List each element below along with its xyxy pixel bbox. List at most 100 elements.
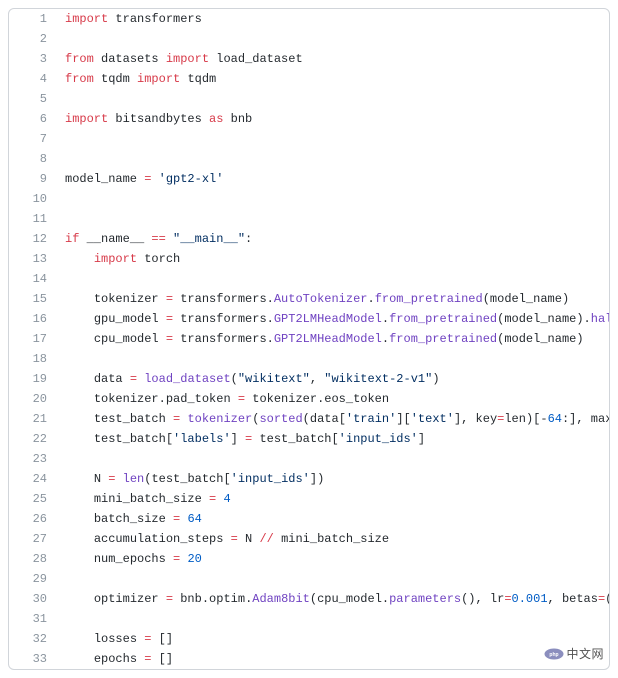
line-number: 27 bbox=[9, 529, 57, 549]
watermark-brand: 中文网 bbox=[566, 644, 604, 664]
code-line: 1import transformers bbox=[9, 9, 610, 29]
line-number: 7 bbox=[9, 129, 57, 149]
code-line: 19 data = load_dataset("wikitext", "wiki… bbox=[9, 369, 610, 389]
code-line: 13 import torch bbox=[9, 249, 610, 269]
svg-text:php: php bbox=[550, 652, 559, 658]
code-line: 12if __name__ == "__main__": bbox=[9, 229, 610, 249]
line-number: 19 bbox=[9, 369, 57, 389]
code-line: 10​ bbox=[9, 189, 610, 209]
line-code[interactable]: mini_batch_size = 4 bbox=[57, 489, 610, 509]
line-code[interactable]: ​ bbox=[57, 349, 610, 369]
line-number: 20 bbox=[9, 389, 57, 409]
code-line: 20 tokenizer.pad_token = tokenizer.eos_t… bbox=[9, 389, 610, 409]
code-line: 27 accumulation_steps = N // mini_batch_… bbox=[9, 529, 610, 549]
line-number: 22 bbox=[9, 429, 57, 449]
line-code[interactable]: tokenizer = transformers.AutoTokenizer.f… bbox=[57, 289, 610, 309]
code-line: 18​ bbox=[9, 349, 610, 369]
line-code[interactable]: if __name__ == "__main__": bbox=[57, 229, 610, 249]
php-logo-icon: php bbox=[544, 644, 564, 664]
line-code[interactable]: epochs = [] bbox=[57, 649, 610, 669]
code-block: 1import transformers2​3from datasets imp… bbox=[8, 8, 610, 670]
code-line: 23​ bbox=[9, 449, 610, 469]
line-code[interactable]: N = len(test_batch['input_ids']) bbox=[57, 469, 610, 489]
line-number: 33 bbox=[9, 649, 57, 669]
line-code[interactable]: test_batch = tokenizer(sorted(data['trai… bbox=[57, 409, 610, 429]
line-number: 12 bbox=[9, 229, 57, 249]
line-number: 14 bbox=[9, 269, 57, 289]
line-number: 1 bbox=[9, 9, 57, 29]
line-code[interactable]: ​ bbox=[57, 609, 610, 629]
code-line: 4from tqdm import tqdm bbox=[9, 69, 610, 89]
line-number: 6 bbox=[9, 109, 57, 129]
line-code[interactable]: import bitsandbytes as bnb bbox=[57, 109, 610, 129]
line-code[interactable]: ​ bbox=[57, 149, 610, 169]
line-code[interactable]: data = load_dataset("wikitext", "wikitex… bbox=[57, 369, 610, 389]
code-line: 14​ bbox=[9, 269, 610, 289]
line-code[interactable]: ​ bbox=[57, 449, 610, 469]
line-number: 23 bbox=[9, 449, 57, 469]
line-code[interactable]: ​ bbox=[57, 189, 610, 209]
code-line: 28 num_epochs = 20 bbox=[9, 549, 610, 569]
line-code[interactable]: test_batch['labels'] = test_batch['input… bbox=[57, 429, 610, 449]
watermark: php 中文网 bbox=[544, 644, 604, 664]
line-number: 30 bbox=[9, 589, 57, 609]
code-body: 1import transformers2​3from datasets imp… bbox=[9, 9, 610, 669]
line-code[interactable]: optimizer = bnb.optim.Adam8bit(cpu_model… bbox=[57, 589, 610, 609]
line-code[interactable]: model_name = 'gpt2-xl' bbox=[57, 169, 610, 189]
line-code[interactable]: cpu_model = transformers.GPT2LMHeadModel… bbox=[57, 329, 610, 349]
code-table: 1import transformers2​3from datasets imp… bbox=[9, 9, 610, 669]
code-line: 31​ bbox=[9, 609, 610, 629]
code-line: 11​ bbox=[9, 209, 610, 229]
line-code[interactable]: import torch bbox=[57, 249, 610, 269]
line-code[interactable]: batch_size = 64 bbox=[57, 509, 610, 529]
line-number: 5 bbox=[9, 89, 57, 109]
line-code[interactable]: from datasets import load_dataset bbox=[57, 49, 610, 69]
code-line: 2​ bbox=[9, 29, 610, 49]
line-code[interactable]: ​ bbox=[57, 209, 610, 229]
line-code[interactable]: ​ bbox=[57, 89, 610, 109]
code-line: 30 optimizer = bnb.optim.Adam8bit(cpu_mo… bbox=[9, 589, 610, 609]
line-number: 26 bbox=[9, 509, 57, 529]
code-line: 33 epochs = [] bbox=[9, 649, 610, 669]
code-line: 24 N = len(test_batch['input_ids']) bbox=[9, 469, 610, 489]
code-line: 7​ bbox=[9, 129, 610, 149]
line-code[interactable]: accumulation_steps = N // mini_batch_siz… bbox=[57, 529, 610, 549]
line-code[interactable]: ​ bbox=[57, 569, 610, 589]
code-line: 9model_name = 'gpt2-xl' bbox=[9, 169, 610, 189]
line-number: 25 bbox=[9, 489, 57, 509]
line-number: 32 bbox=[9, 629, 57, 649]
line-number: 29 bbox=[9, 569, 57, 589]
line-code[interactable]: num_epochs = 20 bbox=[57, 549, 610, 569]
line-number: 17 bbox=[9, 329, 57, 349]
line-code[interactable]: gpu_model = transformers.GPT2LMHeadModel… bbox=[57, 309, 610, 329]
line-number: 21 bbox=[9, 409, 57, 429]
line-code[interactable]: from tqdm import tqdm bbox=[57, 69, 610, 89]
line-number: 2 bbox=[9, 29, 57, 49]
code-line: 25 mini_batch_size = 4 bbox=[9, 489, 610, 509]
line-code[interactable]: ​ bbox=[57, 29, 610, 49]
line-number: 13 bbox=[9, 249, 57, 269]
code-line: 17 cpu_model = transformers.GPT2LMHeadMo… bbox=[9, 329, 610, 349]
code-line: 6import bitsandbytes as bnb bbox=[9, 109, 610, 129]
code-line: 3from datasets import load_dataset bbox=[9, 49, 610, 69]
line-number: 15 bbox=[9, 289, 57, 309]
line-code[interactable]: import transformers bbox=[57, 9, 610, 29]
line-number: 31 bbox=[9, 609, 57, 629]
line-code[interactable]: ​ bbox=[57, 129, 610, 149]
code-line: 5​ bbox=[9, 89, 610, 109]
line-number: 4 bbox=[9, 69, 57, 89]
line-number: 8 bbox=[9, 149, 57, 169]
line-number: 10 bbox=[9, 189, 57, 209]
code-line: 8​ bbox=[9, 149, 610, 169]
line-code[interactable]: tokenizer.pad_token = tokenizer.eos_toke… bbox=[57, 389, 610, 409]
line-number: 28 bbox=[9, 549, 57, 569]
line-number: 3 bbox=[9, 49, 57, 69]
line-number: 11 bbox=[9, 209, 57, 229]
line-code[interactable]: ​ bbox=[57, 269, 610, 289]
code-line: 15 tokenizer = transformers.AutoTokenize… bbox=[9, 289, 610, 309]
line-code[interactable]: losses = [] bbox=[57, 629, 610, 649]
line-number: 16 bbox=[9, 309, 57, 329]
code-line: 21 test_batch = tokenizer(sorted(data['t… bbox=[9, 409, 610, 429]
line-number: 9 bbox=[9, 169, 57, 189]
code-line: 32 losses = [] bbox=[9, 629, 610, 649]
